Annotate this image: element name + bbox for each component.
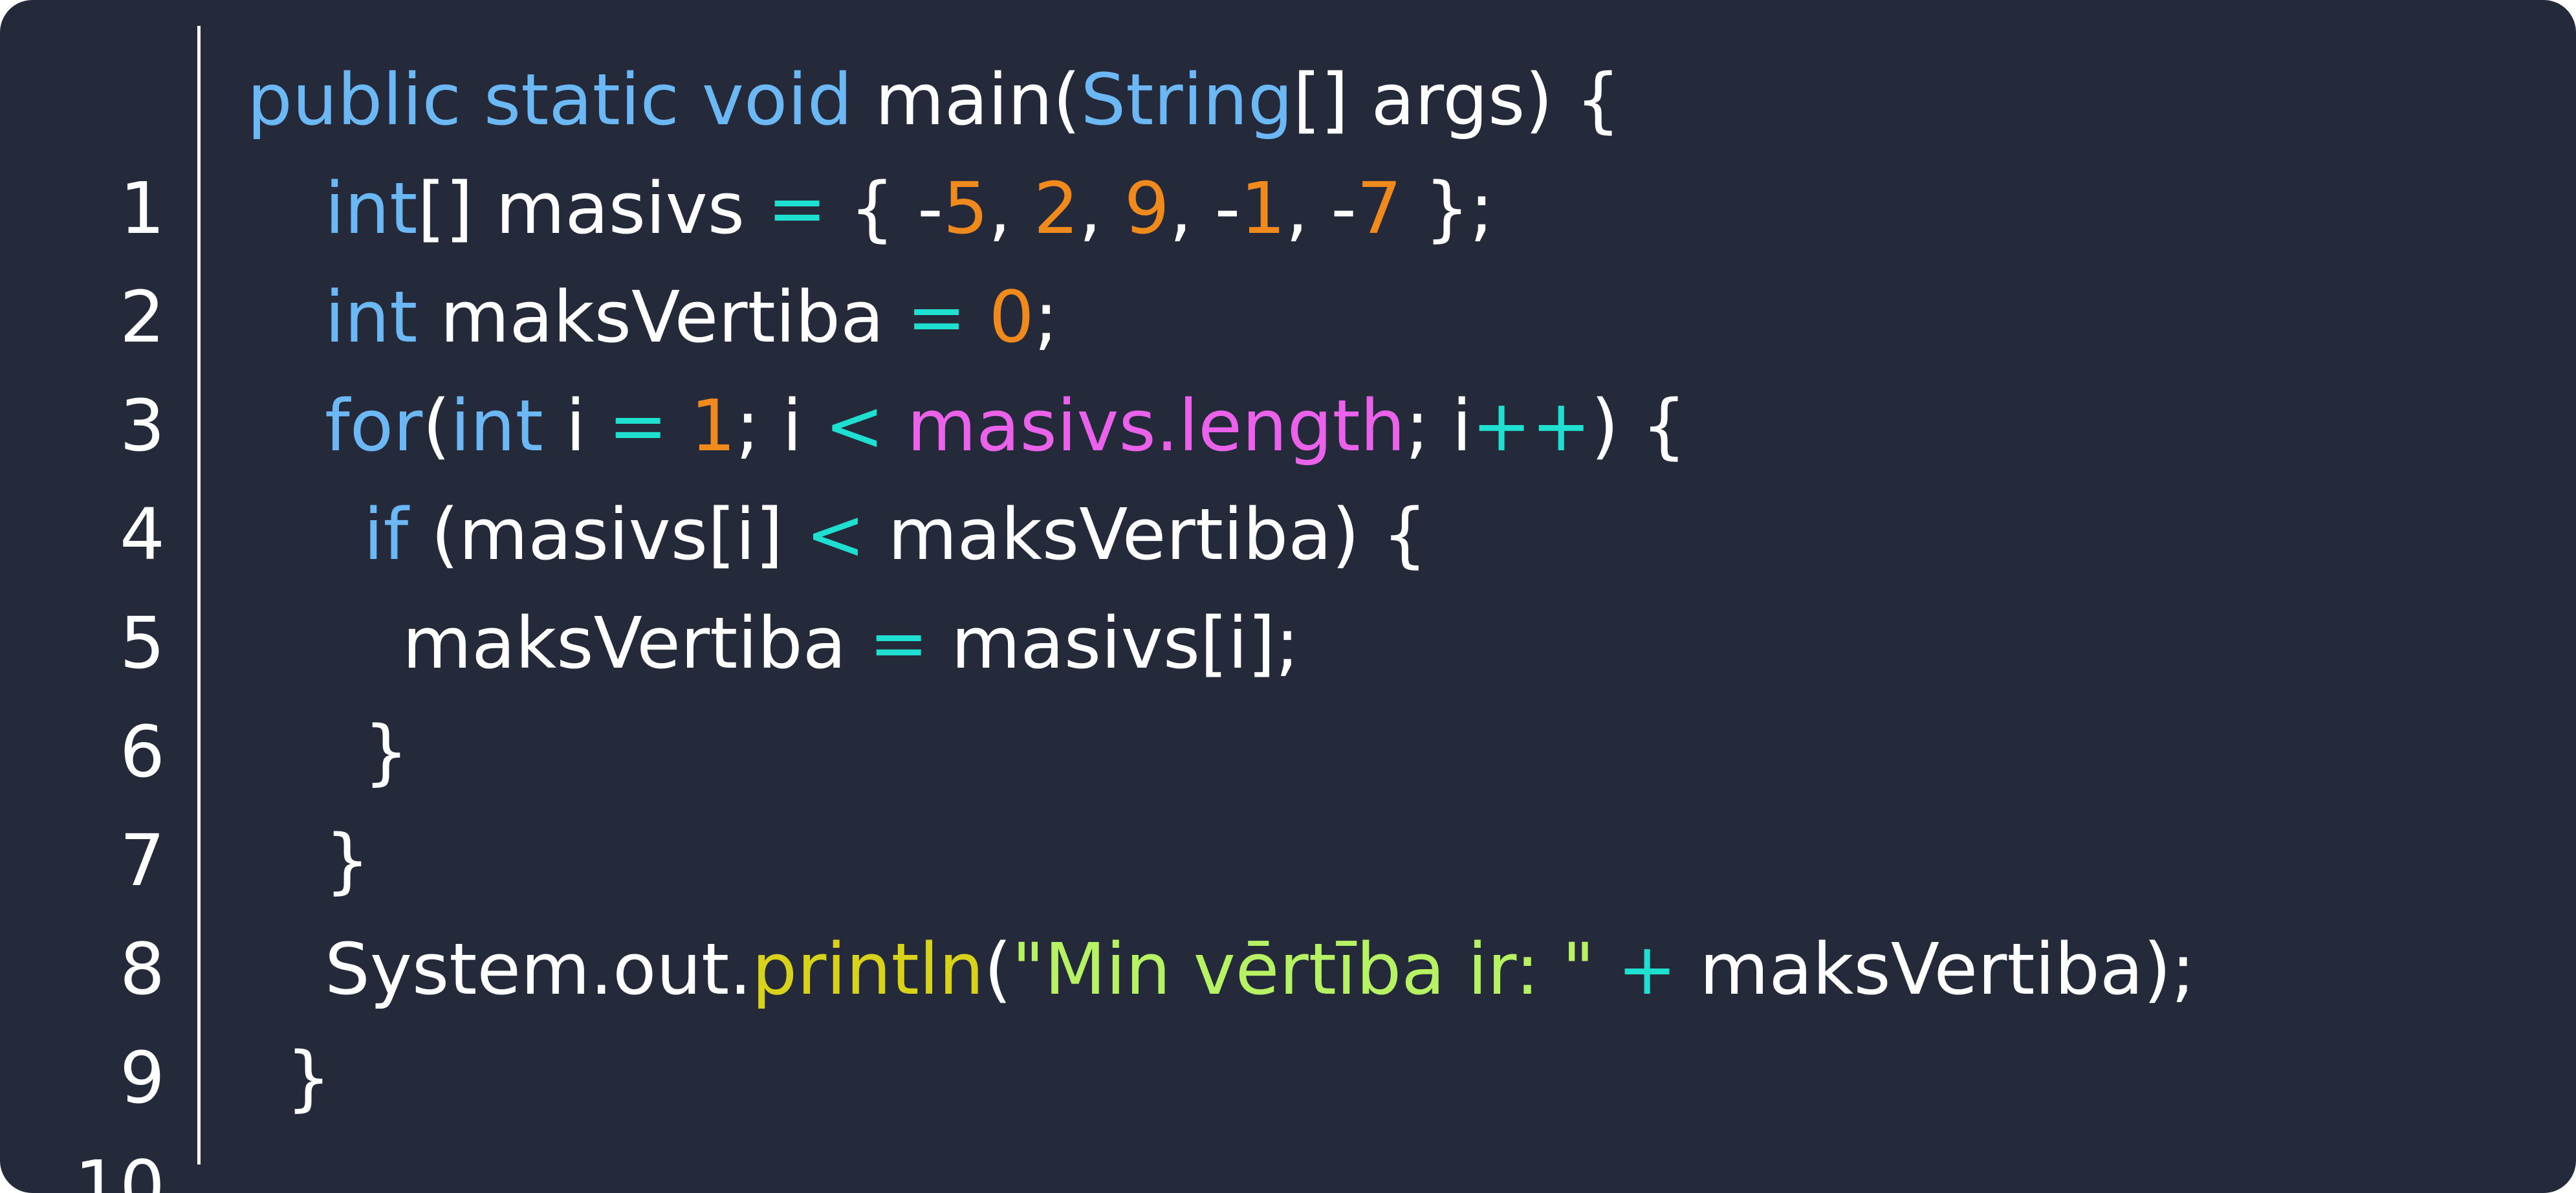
code-token: int: [325, 167, 418, 250]
code-token: for: [325, 384, 423, 467]
code-token: ; i: [1405, 384, 1472, 467]
code-token: public static void: [247, 58, 875, 141]
code-token: 1: [690, 384, 736, 467]
code-line: 3 int maksVertiba = 0;: [0, 263, 2576, 467]
code-token: maksVertiba) {: [865, 493, 1428, 576]
code-text: }: [325, 806, 370, 915]
code-text: int[] masivs = { -5, 2, 9, -1, -7 };: [325, 154, 1494, 263]
code-token: , -: [1285, 167, 1357, 250]
code-token: ;: [1034, 276, 1058, 358]
code-token: println: [752, 928, 985, 1011]
code-text: int maksVertiba = 0;: [325, 263, 1058, 371]
code-text: maksVertiba = masivs[i];: [402, 589, 1300, 697]
code-token: (: [422, 384, 451, 467]
code-token: };: [1401, 167, 1494, 250]
code-token: maksVertiba: [402, 602, 869, 684]
code-token: <: [805, 493, 866, 576]
code-token: (: [984, 928, 1012, 1011]
code-line: 5 if (masivs[i] < maksVertiba) {: [0, 480, 2576, 684]
code-token: ; i: [736, 384, 825, 467]
code-token: [] masivs: [417, 167, 768, 250]
line-number: 10: [74, 1145, 165, 1193]
code-token: maksVertiba);: [1677, 928, 2196, 1011]
code-line: 4 for(int i = 1; i < masivs.length; i++)…: [0, 371, 2576, 576]
code-text: for(int i = 1; i < masivs.length; i++) {: [325, 371, 1686, 480]
code-token: =: [869, 602, 929, 684]
code-token: =: [767, 167, 827, 250]
code-token: 0: [988, 276, 1034, 358]
code-token: 2: [1033, 167, 1079, 250]
code-token: System.out.: [325, 928, 752, 1011]
code-text: if (masivs[i] < maksVertiba) {: [364, 480, 1427, 589]
code-token: <: [824, 384, 884, 467]
code-token: 5: [943, 167, 988, 250]
code-text: }: [364, 697, 409, 806]
code-token: +: [1617, 928, 1677, 1011]
code-line: 9 System.out.println("Min vērtība ir: " …: [0, 915, 2576, 1119]
code-token: { -: [827, 167, 943, 250]
code-text: System.out.println("Min vērtība ir: " + …: [325, 915, 2195, 1023]
code-editor-panel: 1 public static void main(String[] args)…: [0, 0, 2576, 1193]
code-line: 10 }: [0, 1023, 2576, 1193]
code-text: }: [286, 1023, 331, 1132]
code-token: ) {: [1591, 384, 1687, 467]
code-token: masivs.length: [906, 384, 1406, 467]
code-token: ,: [988, 167, 1034, 250]
code-token: 9: [1124, 167, 1170, 250]
code-text: public static void main(String[] args) {: [247, 45, 1621, 154]
code-token: "Min vērtība ir: ": [1011, 928, 1595, 1011]
code-token: }: [325, 819, 370, 902]
code-token: [] args) {: [1293, 58, 1621, 141]
code-token: maksVertiba: [417, 276, 907, 358]
code-token: masivs[i];: [928, 602, 1300, 684]
code-token: main(: [875, 58, 1081, 141]
code-token: int: [325, 276, 418, 358]
code-token: ++: [1471, 384, 1591, 467]
code-token: if: [364, 493, 409, 576]
code-token: String: [1080, 58, 1293, 141]
code-token: , -: [1169, 167, 1241, 250]
code-token: 1: [1240, 167, 1286, 250]
code-token: ,: [1078, 167, 1124, 250]
code-token: i: [543, 384, 609, 467]
code-token: =: [608, 384, 668, 467]
code-line: 7 }: [0, 697, 2576, 902]
code-token: (masivs[i]: [408, 493, 806, 576]
code-line: 1 public static void main(String[] args)…: [0, 45, 2576, 250]
code-token: =: [906, 276, 966, 358]
code-token: int: [450, 384, 543, 467]
code-token: }: [286, 1036, 331, 1119]
code-token: 7: [1356, 167, 1402, 250]
code-line: 6 maksVertiba = masivs[i];: [0, 589, 2576, 793]
code-line: 2 int[] masivs = { -5, 2, 9, -1, -7 };: [0, 154, 2576, 358]
code-line: 8 }: [0, 806, 2576, 1011]
code-token: }: [364, 710, 409, 793]
